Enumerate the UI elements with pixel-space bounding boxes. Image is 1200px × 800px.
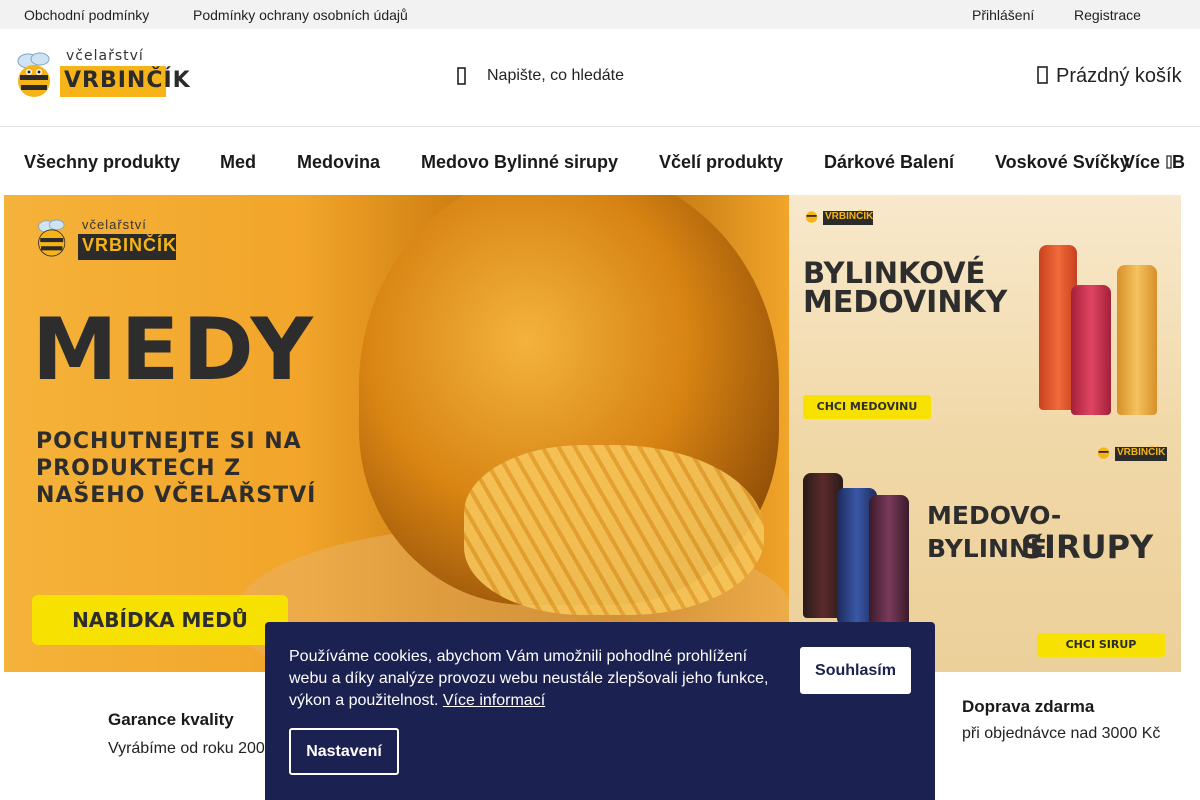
nav-item-more[interactable]: Více bbox=[1123, 152, 1160, 173]
bee-icon bbox=[805, 211, 818, 223]
login-link[interactable]: Přihlášení bbox=[972, 7, 1034, 23]
bee-icon bbox=[17, 52, 50, 97]
logo-text-bottom: VRBINČÍK bbox=[64, 68, 191, 93]
search-icon[interactable] bbox=[454, 66, 470, 86]
banner-title: MEDY bbox=[32, 300, 316, 400]
mead-title-line2: MEDOVINKY bbox=[803, 285, 1008, 320]
quality-text: Vyrábíme od roku 200 bbox=[108, 740, 265, 757]
cookie-text: Používáme cookies, abychom Vám umožnili … bbox=[289, 646, 779, 712]
banner-logo: včelařství VRBINČÍK bbox=[32, 215, 182, 265]
shipping-title: Doprava zdarma bbox=[962, 697, 1095, 716]
nav-item-b[interactable]: B bbox=[1166, 152, 1185, 173]
syrup-bottle-image bbox=[869, 495, 909, 625]
banner-logo-bottom: VRBINČÍK bbox=[82, 235, 178, 255]
nav-item-mead[interactable]: Medovina bbox=[297, 152, 380, 173]
banner-honey[interactable]: včelařství VRBINČÍK MEDY POCHUTNEJTE SI … bbox=[4, 195, 789, 672]
cart-label: Prázdný košík bbox=[1056, 65, 1182, 87]
mead-bottle-image bbox=[1117, 265, 1157, 415]
banner-logo-top: včelařství bbox=[82, 217, 147, 232]
site-logo[interactable]: včelařství VRBINČÍK bbox=[10, 47, 190, 103]
nav-item-candles[interactable]: Voskové Svíčky bbox=[995, 152, 1130, 173]
mead-banner-logo: VRBINČÍK bbox=[803, 205, 873, 227]
cookie-more-info-link[interactable]: Více informací bbox=[443, 692, 545, 709]
mead-button[interactable]: CHCI MEDOVINU bbox=[803, 395, 931, 419]
syrup-title-line2: SIRUPY bbox=[1021, 528, 1154, 566]
nav-item-gift-packs[interactable]: Dárkové Balení bbox=[824, 152, 954, 173]
cart-button[interactable]: Prázdný košík bbox=[1036, 65, 1182, 91]
top-bar: Obchodní podmínky Podmínky ochrany osobn… bbox=[0, 0, 1200, 29]
terms-link[interactable]: Obchodní podmínky bbox=[24, 7, 149, 23]
cart-icon bbox=[1037, 66, 1048, 84]
cookie-settings-button[interactable]: Nastavení bbox=[289, 728, 399, 775]
syrup-logo-text: VRBINČÍK bbox=[1117, 447, 1166, 458]
nav-item-honey[interactable]: Med bbox=[220, 152, 256, 173]
banner-mead[interactable]: VRBINČÍK BYLINKOVÉ MEDOVINKY CHCI MEDOVI… bbox=[789, 195, 1181, 433]
honey-offer-button[interactable]: NABÍDKA MEDŮ bbox=[32, 595, 288, 645]
syrup-button[interactable]: CHCI SIRUP bbox=[1037, 633, 1165, 657]
nav-item-bee-products[interactable]: Včelí produkty bbox=[659, 152, 783, 173]
privacy-link[interactable]: Podmínky ochrany osobních údajů bbox=[193, 7, 408, 23]
quality-title: Garance kvality bbox=[108, 710, 234, 729]
shipping-text: při objednávce nad 3000 Kč bbox=[962, 725, 1161, 742]
register-link[interactable]: Registrace bbox=[1074, 7, 1141, 23]
mead-logo-text: VRBINČÍK bbox=[825, 211, 874, 222]
nav-item-all-products[interactable]: Všechny produkty bbox=[24, 152, 180, 173]
nav-item-b-label: B bbox=[1172, 152, 1185, 172]
main-nav: Všechny produkty Med Medovina Medovo Byl… bbox=[0, 127, 1200, 195]
mead-bottle-image bbox=[1071, 285, 1111, 415]
syrup-banner-logo: VRBINČÍK bbox=[1095, 441, 1171, 465]
banner-subtitle: POCHUTNEJTE SI NA PRODUKTECH Z NAŠEHO VČ… bbox=[36, 429, 317, 508]
header: včelařství VRBINČÍK Napište, co hledáte … bbox=[0, 29, 1200, 127]
search-box[interactable]: Napište, co hledáte bbox=[450, 64, 710, 90]
nav-item-syrups[interactable]: Medovo Bylinné sirupy bbox=[421, 152, 618, 173]
bee-icon bbox=[1097, 447, 1110, 459]
honeycomb-image bbox=[464, 445, 764, 615]
cookie-banner: Používáme cookies, abychom Vám umožnili … bbox=[265, 622, 935, 800]
logo-text-top: včelařství bbox=[66, 48, 144, 64]
bee-icon bbox=[38, 219, 66, 257]
search-input[interactable]: Napište, co hledáte bbox=[487, 67, 624, 85]
cookie-accept-button[interactable]: Souhlasím bbox=[800, 647, 911, 694]
